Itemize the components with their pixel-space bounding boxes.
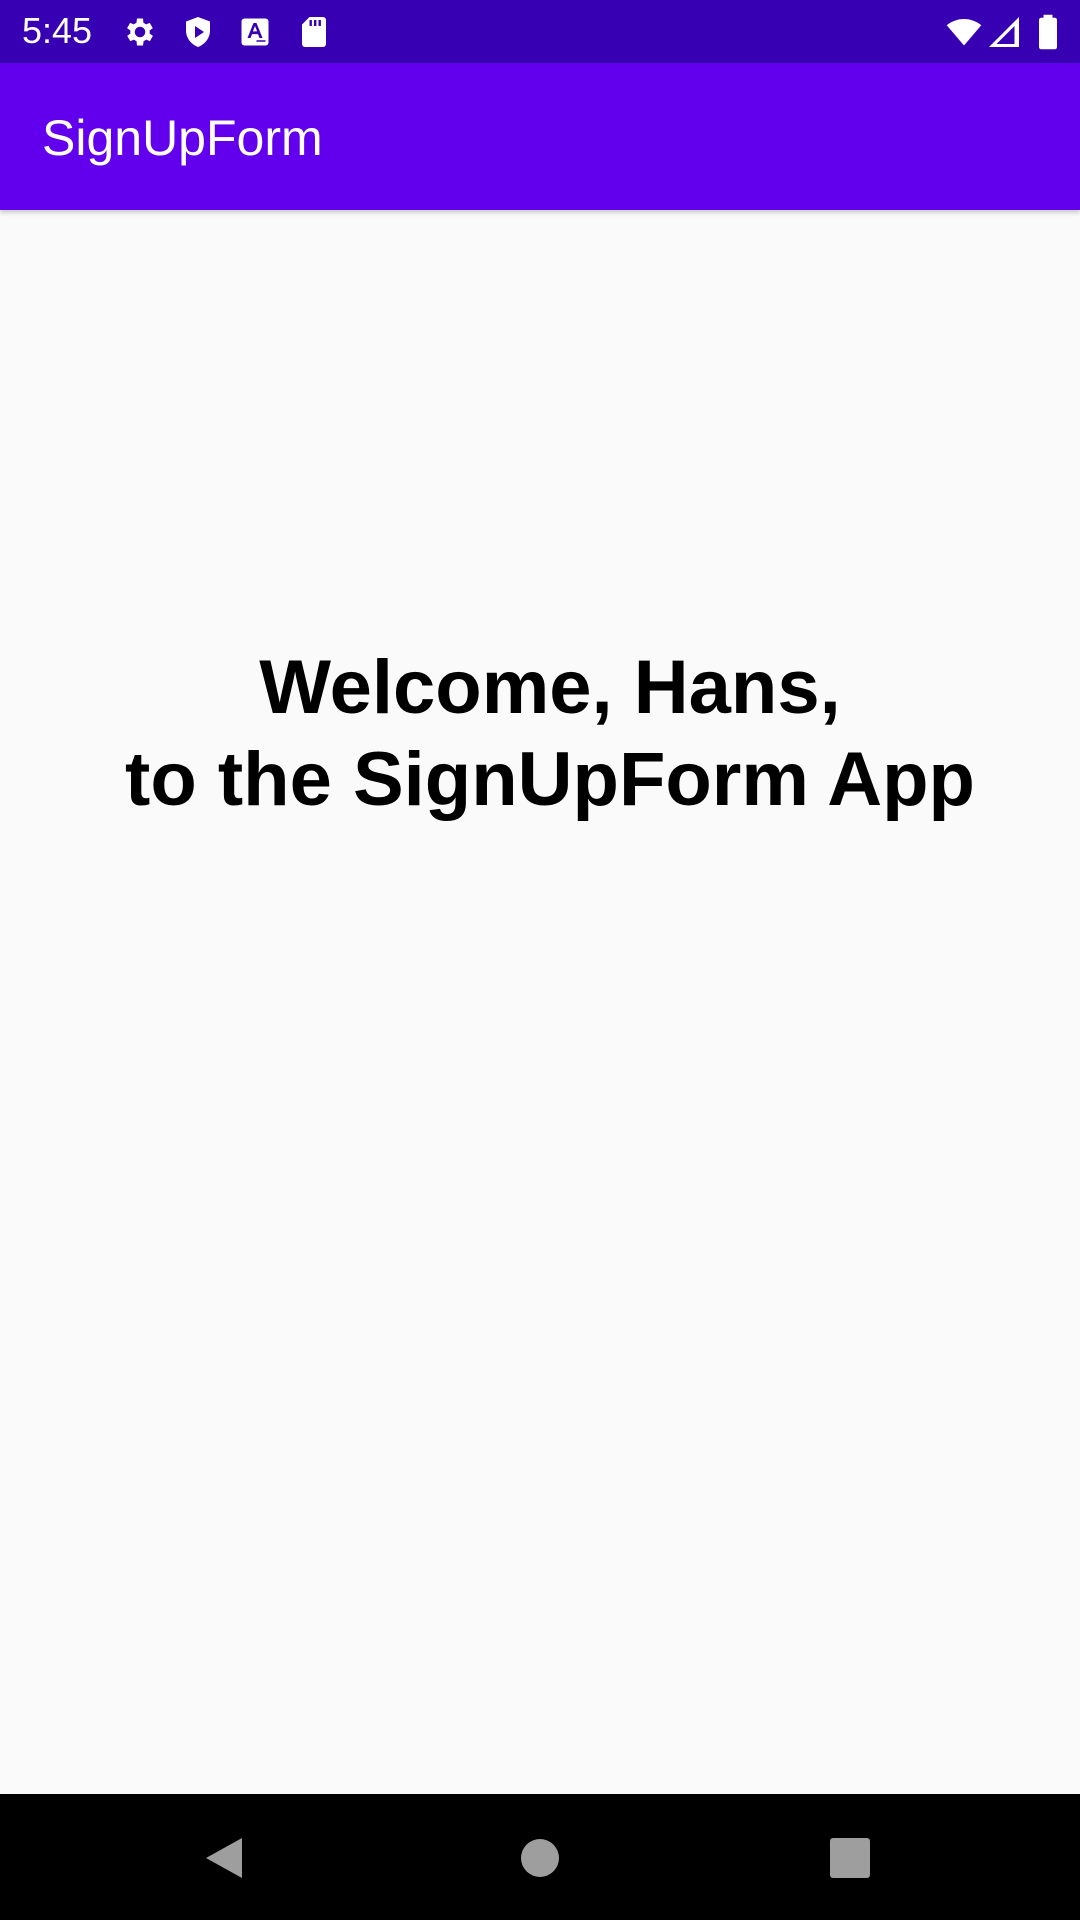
app-bar: SignUpForm <box>0 63 1080 210</box>
welcome-line-1: Welcome, Hans, <box>259 645 841 730</box>
recents-icon[interactable] <box>822 1830 878 1886</box>
shield-play-icon <box>186 17 210 47</box>
wifi-icon <box>946 18 982 46</box>
navigation-bar <box>0 1794 1080 1920</box>
status-bar: 5:45 <box>0 0 1080 63</box>
gear-icon <box>127 18 153 46</box>
app-title: SignUpForm <box>42 110 323 166</box>
battery-icon <box>1039 14 1057 50</box>
content-area: Welcome, Hans, to the SignUpForm App <box>0 210 1080 1794</box>
back-icon[interactable] <box>198 1830 254 1886</box>
status-time: 5:45 <box>22 10 93 51</box>
font-a-icon <box>241 18 269 46</box>
home-icon[interactable] <box>512 1830 568 1886</box>
screen: 5:45 SignUpForm Welcome, Hans, to the Si… <box>0 0 1080 1920</box>
welcome-line-2: to the SignUpForm App <box>125 737 975 822</box>
cell-signal-icon <box>989 17 1019 47</box>
welcome-message: Welcome, Hans, to the SignUpForm App <box>0 642 1080 826</box>
sd-card-icon <box>302 17 326 47</box>
